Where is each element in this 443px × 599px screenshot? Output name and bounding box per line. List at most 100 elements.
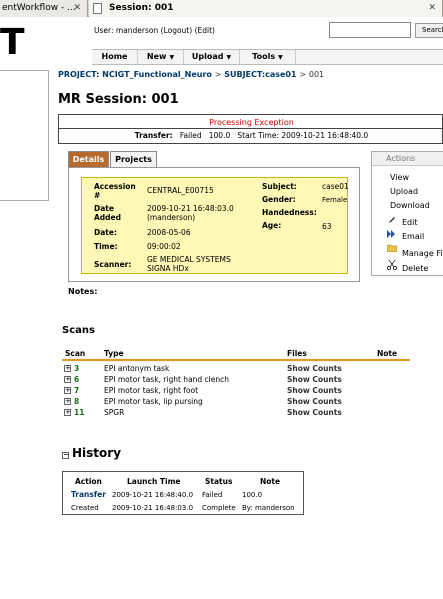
history-action: Created <box>71 504 99 512</box>
show-counts-link[interactable]: Show Counts <box>287 364 342 373</box>
breadcrumb-separator: > <box>299 70 307 79</box>
show-counts-link[interactable]: Show Counts <box>287 386 342 395</box>
browser-tab-label: Session: 001 <box>109 3 174 13</box>
age-value: 63 <box>322 222 332 231</box>
menu-home[interactable]: Home <box>92 50 138 64</box>
action-manage-files[interactable]: Manage Fi <box>402 249 443 258</box>
scan-type: EPI motor task, right hand clench <box>104 375 230 384</box>
table-row: + 7 EPI motor task, right foot Show Coun… <box>62 386 410 397</box>
column-header-action: Action <box>75 477 102 486</box>
column-header-launch-time: Launch Time <box>127 477 181 486</box>
close-icon[interactable]: ✕ <box>73 0 81 16</box>
expand-icon[interactable]: + <box>64 376 71 383</box>
search-button[interactable]: Search <box>415 23 443 38</box>
collapse-icon[interactable]: − <box>62 451 70 459</box>
menu-upload[interactable]: Upload ▼ <box>184 50 240 64</box>
scanner-value-1: GE MEDICAL SYSTEMS <box>147 255 231 264</box>
scan-id[interactable]: 6 <box>74 375 79 384</box>
table-row: + 8 EPI motor task, lip pursing Show Cou… <box>62 397 410 408</box>
scan-type: EPI antonym task <box>104 364 170 373</box>
divider <box>59 128 443 129</box>
expand-icon[interactable]: + <box>64 387 71 394</box>
menu-label: Upload <box>191 52 224 61</box>
menu-label: Home <box>101 52 128 61</box>
scan-id[interactable]: 8 <box>74 397 79 406</box>
expand-icon[interactable]: + <box>64 398 71 405</box>
expand-icon[interactable]: + <box>64 365 71 372</box>
site-logo[interactable]: T <box>0 22 25 63</box>
time-label: Time: <box>94 242 118 251</box>
transfer-percent: 100.0 <box>208 131 231 140</box>
browser-tab-strip: entWorkflow - ... ✕ Session: 001 ✕ <box>0 0 443 17</box>
history-status: Failed <box>202 491 223 499</box>
history-action-link[interactable]: Transfer <box>71 490 106 499</box>
column-header-type: Type <box>104 349 124 358</box>
date-value: 2008-05-06 <box>147 228 191 237</box>
time-value: 09:00:02 <box>147 242 181 251</box>
date-added-label: Date Added <box>94 204 121 222</box>
folder-icon <box>386 244 398 253</box>
accession-value: CENTRAL_E00715 <box>147 186 214 195</box>
scan-type: SPGR <box>104 408 125 417</box>
show-counts-link[interactable]: Show Counts <box>287 397 342 406</box>
details-card: Accession # CENTRAL_E00715 Date Added 20… <box>81 177 349 274</box>
added-by-value: (manderson) <box>147 213 196 222</box>
edit-profile-link[interactable]: (Edit) <box>195 26 215 35</box>
column-header-scan: Scan <box>65 349 86 358</box>
history-status: Complete <box>202 504 236 512</box>
breadcrumb-project[interactable]: PROJECT: NCIGT_Functional_Neuro <box>58 70 212 79</box>
browser-tab-workflow[interactable]: entWorkflow - ... ✕ <box>0 0 88 17</box>
main-menu-bar: Home New ▼ Upload ▼ Tools ▼ <box>92 49 443 65</box>
tab-projects[interactable]: Projects <box>110 151 157 167</box>
menu-tools[interactable]: Tools ▼ <box>240 50 296 64</box>
breadcrumb-separator: > <box>214 70 222 79</box>
actions-title: Actions <box>372 152 443 166</box>
action-download[interactable]: Download <box>390 201 430 210</box>
breadcrumb-subject[interactable]: SUBJECT:case01 <box>224 70 296 79</box>
table-row: + 3 EPI antonym task Show Counts <box>62 364 410 375</box>
breadcrumb: PROJECT: NCIGT_Functional_Neuro > SUBJEC… <box>58 70 324 79</box>
transfer-status: Failed <box>179 131 202 140</box>
menu-new[interactable]: New ▼ <box>138 50 184 64</box>
scan-id[interactable]: 3 <box>74 364 79 373</box>
scissors-icon <box>386 259 398 271</box>
action-upload[interactable]: Upload <box>390 187 418 196</box>
search-input[interactable] <box>329 22 411 38</box>
details-panel: Accession # CENTRAL_E00715 Date Added 20… <box>68 167 360 282</box>
action-edit[interactable]: Edit <box>402 218 418 227</box>
chevron-down-icon: ▼ <box>226 54 232 61</box>
history-table: Action Launch Time Status Note Transfer … <box>62 471 304 515</box>
show-counts-link[interactable]: Show Counts <box>287 408 342 417</box>
date-added-value: 2009-10-21 16:48:03.0 <box>147 204 234 213</box>
left-panel <box>0 70 49 201</box>
scan-id[interactable]: 11 <box>74 408 84 417</box>
page-icon <box>93 3 102 14</box>
notes-label: Notes: <box>68 287 98 296</box>
scans-header-rule <box>62 359 410 361</box>
expand-icon[interactable]: + <box>64 409 71 416</box>
action-view[interactable]: View <box>390 173 409 182</box>
scanner-value-2: SIGNA HDx <box>147 264 189 273</box>
accession-label: Accession # <box>94 182 136 200</box>
subject-value: case01 <box>322 182 349 191</box>
history-note: 100.0 <box>242 491 263 499</box>
gender-value: Female <box>322 196 348 204</box>
action-email[interactable]: Email <box>402 232 424 241</box>
processing-detail: Transfer: Failed 100.0 Start Time: 2009-… <box>59 131 443 140</box>
processing-exception-title: Processing Exception <box>209 118 294 127</box>
show-counts-link[interactable]: Show Counts <box>287 375 342 384</box>
column-header-files: Files <box>287 349 307 358</box>
tab-details[interactable]: Details <box>68 151 109 167</box>
history-note: By: manderson <box>242 504 295 512</box>
subject-label: Subject: <box>262 182 297 191</box>
column-header-note: Note <box>377 349 398 358</box>
action-delete[interactable]: Delete <box>402 264 428 273</box>
column-header-note: Note <box>260 477 281 486</box>
close-icon[interactable]: ✕ <box>428 0 436 16</box>
processing-exception-box: Processing Exception Transfer: Failed 10… <box>58 114 443 144</box>
scan-id[interactable]: 7 <box>74 386 79 395</box>
logout-link[interactable]: (Logout) <box>161 26 193 35</box>
browser-tab-session[interactable]: Session: 001 ✕ <box>89 0 443 17</box>
start-time-label: Start Time: <box>237 131 279 140</box>
date-label: Date: <box>94 228 117 237</box>
